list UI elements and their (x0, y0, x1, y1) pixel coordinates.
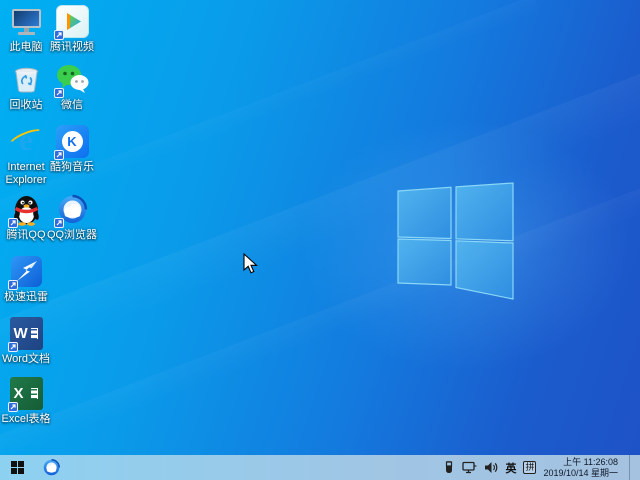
usb-device-icon[interactable] (443, 461, 455, 475)
icon-label: Excel表格 (0, 413, 52, 426)
taskbar: 英 拼 上午 11:26:08 2019/10/14 星期一 (0, 455, 640, 480)
desktop-icon-wechat[interactable]: 微信 (46, 63, 98, 112)
excel-sheet-icon: X (10, 377, 43, 410)
show-desktop-button[interactable] (629, 455, 634, 480)
desktop-icon-xunlei-thunder[interactable]: 极速迅雷 (0, 255, 52, 304)
kugou-music-icon: K (56, 125, 89, 158)
volume-icon[interactable] (484, 461, 498, 474)
desktop-icon-tencent-video[interactable]: 腾讯视频 (46, 5, 98, 54)
shortcut-arrow-badge (54, 150, 64, 160)
xunlei-thunder-icon (10, 255, 43, 288)
icon-label: 腾讯QQ (0, 229, 52, 242)
clock-date: 2019/10/14 星期一 (543, 468, 618, 479)
tencent-video-icon (56, 5, 89, 38)
shortcut-arrow-badge (8, 218, 18, 228)
system-tray: 英 拼 上午 11:26:08 2019/10/14 星期一 (443, 455, 640, 480)
qq-browser-icon (56, 193, 89, 226)
shortcut-arrow-badge (54, 88, 64, 98)
ime-language-indicator[interactable]: 英 (505, 460, 516, 476)
desktop-icon-tencent-qq[interactable]: 腾讯QQ (0, 193, 52, 242)
desktop-icon-recycle-bin[interactable]: 回收站 (0, 63, 52, 112)
shortcut-arrow-badge (8, 280, 18, 290)
icon-label: QQ浏览器 (46, 229, 98, 242)
desktop-icon-excel-sheet[interactable]: X Excel表格 (0, 377, 52, 426)
word-document-icon: W (10, 317, 43, 350)
start-button[interactable] (0, 455, 34, 480)
icon-label: Internet Explorer (0, 161, 52, 187)
icon-label: 腾讯视频 (46, 41, 98, 54)
windows-logo-wallpaper (390, 175, 521, 310)
windows-start-icon (11, 461, 24, 474)
taskbar-clock[interactable]: 上午 11:26:08 2019/10/14 星期一 (543, 457, 622, 479)
ime-pinyin-icon[interactable]: 拼 (523, 461, 536, 474)
wechat-icon (56, 63, 89, 96)
icon-label: 酷狗音乐 (46, 161, 98, 174)
desktop-icon-kugou-music[interactable]: K 酷狗音乐 (46, 125, 98, 174)
qq-browser-icon (42, 458, 61, 477)
icon-label: 微信 (46, 99, 98, 112)
shortcut-arrow-badge (54, 30, 64, 40)
desktop-icon-qq-browser[interactable]: QQ浏览器 (46, 193, 98, 242)
clock-time: 上午 11:26:08 (543, 457, 618, 468)
shortcut-arrow-badge (8, 402, 18, 412)
icon-label: 此电脑 (0, 41, 52, 54)
tencent-qq-icon (10, 193, 43, 226)
desktop-icon-internet-explorer[interactable]: e Internet Explorer (0, 125, 52, 187)
icon-label: 回收站 (0, 99, 52, 112)
network-ethernet-icon[interactable] (462, 461, 477, 474)
internet-explorer-icon: e (10, 125, 43, 158)
shortcut-arrow-badge (54, 218, 64, 228)
icon-label: Word文档 (0, 353, 52, 366)
desktop-icon-word-document[interactable]: W Word文档 (0, 317, 52, 366)
shortcut-arrow-badge (8, 342, 18, 352)
this-pc-icon (10, 5, 43, 38)
desktop-icon-this-pc[interactable]: 此电脑 (0, 5, 52, 54)
taskbar-pinned-qq-browser[interactable] (34, 455, 68, 480)
mouse-cursor (243, 253, 259, 275)
recycle-bin-icon (10, 63, 43, 96)
desktop: 此电脑 腾讯视频 (0, 0, 640, 480)
icon-label: 极速迅雷 (0, 291, 52, 304)
